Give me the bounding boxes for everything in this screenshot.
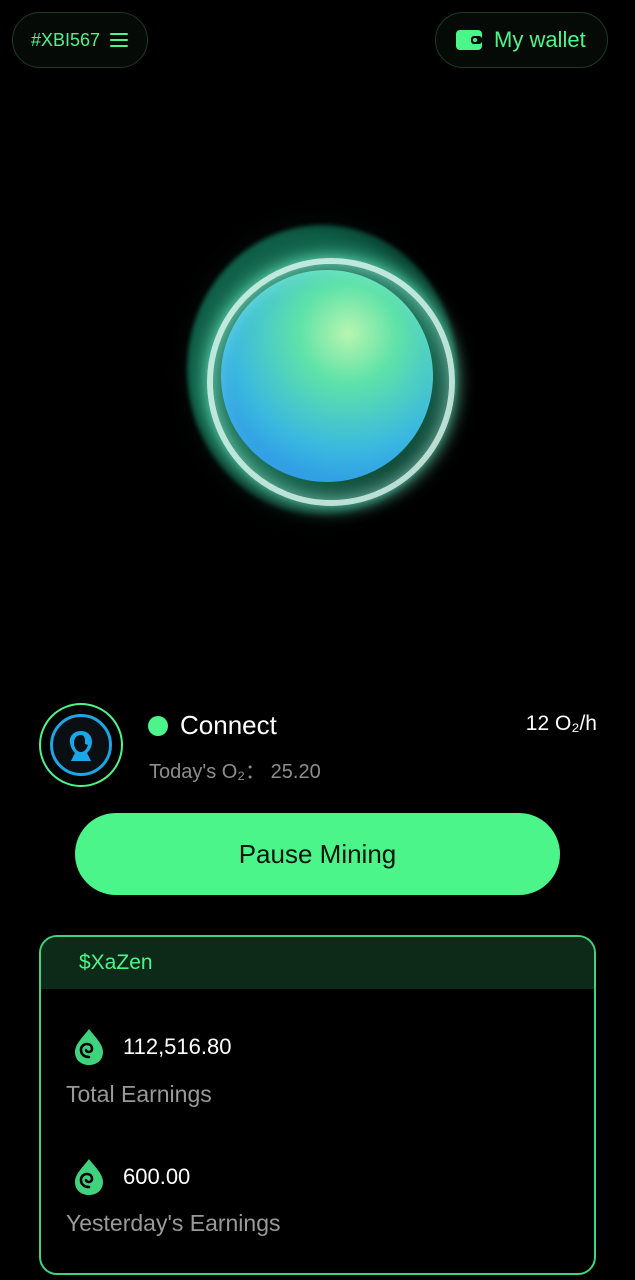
token-name: $XaZen	[79, 951, 153, 974]
today-o2-value: 25.20	[270, 761, 321, 783]
yesterday-earnings-row: 600.00	[71, 1157, 190, 1197]
pause-mining-button[interactable]: Pause Mining	[75, 813, 560, 895]
total-earnings-label: Total Earnings	[66, 1081, 212, 1107]
total-earnings-value: 112,516.80	[123, 1034, 232, 1059]
yesterday-earnings-value: 600.00	[123, 1164, 191, 1189]
wallet-icon	[456, 30, 482, 50]
yesterday-earnings-label: Yesterday's Earnings	[66, 1210, 281, 1236]
token-header: $XaZen	[41, 937, 594, 989]
menu-icon	[110, 33, 129, 47]
my-wallet-label: My wallet	[494, 27, 586, 52]
mining-rate: 12 O₂/h	[525, 712, 597, 735]
total-earnings-row: 112,516.80	[71, 1027, 231, 1067]
today-o2-label: Today's O₂：	[149, 761, 266, 783]
mining-orb	[117, 120, 517, 620]
connection-status: Connect	[180, 710, 277, 740]
mining-screen: #XBI567 My wallet Connect Today's O₂： 25…	[0, 0, 635, 1280]
user-silhouette-icon	[69, 731, 92, 761]
my-wallet-button[interactable]: My wallet	[435, 12, 608, 68]
avatar[interactable]	[39, 703, 123, 787]
earnings-card: $XaZen 112,516.80 Total Earnings 600.00 …	[39, 935, 596, 1275]
swirl-drop-icon	[75, 1159, 103, 1195]
user-id-menu-button[interactable]: #XBI567	[12, 12, 148, 68]
user-id-label: #XBI567	[31, 29, 101, 50]
connection-status-dot	[148, 716, 168, 736]
swirl-drop-icon	[75, 1029, 103, 1065]
today-o2: Today's O₂： 25.20	[149, 755, 321, 784]
